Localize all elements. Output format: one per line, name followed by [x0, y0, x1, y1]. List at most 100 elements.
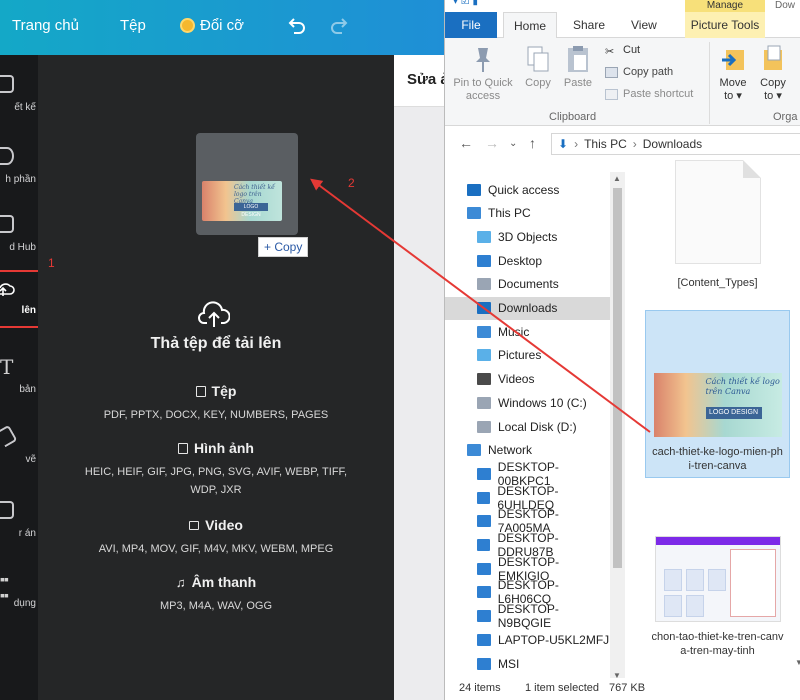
- quick-access-toolbar-icon[interactable]: ▾ ☑ ▮: [453, 0, 478, 7]
- dragged-file-thumbnail: Cách thiết kế logo trên Canva LOGO DESIG…: [196, 133, 298, 235]
- breadcrumb-chevron-icon: ›: [632, 137, 637, 151]
- sidebar-item-label: Pictures: [498, 348, 542, 363]
- move-to-button[interactable]: Move to ▾: [715, 44, 751, 103]
- file-item-selected[interactable]: Cách thiết kế logo trên Canva LOGO DESIG…: [645, 310, 790, 478]
- sidebar-item-label: Windows 10 (C:): [498, 395, 587, 410]
- drag-copy-tooltip: + Copy: [258, 237, 309, 257]
- brand-hub-icon: [0, 215, 14, 233]
- rail-label: r án: [18, 528, 36, 539]
- canva-top-bar: Trang chủ Tệp Đổi cỡ: [0, 0, 444, 55]
- sidebar-item[interactable]: Network: [445, 439, 610, 462]
- ribbon-tabs: Manage Dow File Home Share View Picture …: [445, 0, 800, 38]
- sidebar-item-label: Quick access: [488, 182, 560, 197]
- sidebar-item[interactable]: Pictures: [445, 344, 610, 367]
- rail-item-design[interactable]: ết kế: [0, 67, 38, 127]
- scroll-thumb[interactable]: [613, 188, 622, 568]
- copy-path-label: Copy path: [623, 66, 674, 78]
- cut-button[interactable]: ✂ Cut: [605, 44, 640, 58]
- rail-item-brand-hub[interactable]: d Hub: [0, 207, 38, 267]
- sidebar-item[interactable]: DESKTOP-00BKPC1: [445, 460, 610, 488]
- rail-item-draw[interactable]: vẽ: [0, 419, 38, 479]
- rail-item-text[interactable]: T bản: [0, 349, 38, 409]
- nav-home[interactable]: Trang chủ: [12, 17, 79, 34]
- navigation-pane: Quick access This PC 3D Objects Desktop Docu…: [445, 172, 625, 682]
- sidebar-item[interactable]: Desktop: [445, 249, 610, 272]
- sidebar-item[interactable]: This PC: [445, 202, 610, 225]
- pictures-icon: [477, 349, 491, 362]
- screenshot-thumbnail: [654, 536, 781, 622]
- forward-arrow-icon[interactable]: →: [485, 135, 499, 151]
- sidebar-item[interactable]: Documents: [445, 273, 610, 296]
- redo-icon[interactable]: [330, 15, 350, 35]
- thumb-badge: LOGO DESIGN: [705, 407, 762, 419]
- sidebar-item-label: Videos: [498, 372, 535, 387]
- sidebar-item[interactable]: DESKTOP-7A005MA: [445, 507, 610, 535]
- nav-file[interactable]: Tệp: [120, 17, 146, 34]
- pin-to-quick-access-button[interactable]: Pin to Quick access: [451, 44, 515, 103]
- breadcrumb-downloads[interactable]: Downloads: [643, 134, 702, 154]
- breadcrumb-this-pc[interactable]: This PC: [584, 134, 627, 154]
- tab-home[interactable]: Home: [503, 12, 557, 38]
- edit-photo-label[interactable]: Sửa ả: [407, 71, 449, 88]
- editor-header: Sửa ả: [394, 55, 449, 107]
- sidebar-item[interactable]: DESKTOP-DDRU87B: [445, 531, 610, 559]
- copy-path-icon: [605, 66, 618, 78]
- type-title: Tệp: [211, 383, 237, 399]
- sidebar-item-label: Desktop: [498, 253, 543, 268]
- rail-label: ết kế: [14, 102, 36, 113]
- nav-scrollbar[interactable]: ▲ ▼: [610, 172, 625, 682]
- sidebar-item[interactable]: 3D Objects: [445, 225, 610, 248]
- sidebar-item[interactable]: Local Disk (D:): [445, 415, 610, 438]
- apps-icon: ▪▪ ▪▪: [0, 571, 9, 603]
- music-note-icon: ♫: [175, 574, 186, 590]
- sidebar-item[interactable]: Videos: [445, 368, 610, 391]
- selection-count: 1 item selected: [525, 682, 599, 694]
- sidebar-item-label: This PC: [488, 206, 531, 221]
- sidebar-item-label: Local Disk (D:): [498, 419, 577, 434]
- sidebar-item-label: Downloads: [498, 301, 558, 315]
- copy-button[interactable]: Copy: [521, 44, 555, 90]
- address-bar[interactable]: ⬇ › This PC › Downloads: [551, 133, 800, 155]
- sidebar-item[interactable]: Downloads: [445, 296, 610, 320]
- rail-item-elements[interactable]: h phần: [0, 139, 38, 199]
- sidebar-item[interactable]: Music: [445, 320, 610, 343]
- sidebar-item[interactable]: DESKTOP-6UHLDEQ: [445, 484, 610, 512]
- rail-item-apps[interactable]: ▪▪ ▪▪ dụng: [0, 563, 38, 623]
- tab-view[interactable]: View: [631, 12, 657, 38]
- sidebar-item[interactable]: DESKTOP-N9BQGIE: [445, 602, 610, 630]
- organize-group-label: Orga: [773, 111, 798, 123]
- resize-button[interactable]: Đổi cỡ: [180, 17, 244, 34]
- rail-item-uploads[interactable]: lên: [0, 270, 40, 328]
- rail-item-projects[interactable]: r án: [0, 493, 38, 553]
- sidebar-item[interactable]: Quick access: [445, 178, 610, 201]
- monitor-icon: [477, 467, 491, 480]
- back-arrow-icon[interactable]: ←: [459, 135, 473, 151]
- sidebar-item[interactable]: DESKTOP-EMKIGIO: [445, 555, 610, 583]
- tab-file[interactable]: File: [445, 12, 497, 38]
- tab-picture-tools[interactable]: Picture Tools: [685, 12, 765, 38]
- file-name: cach-thiet-ke-logo-mien-phi-tren-canva: [652, 446, 783, 472]
- upload-drop-panel[interactable]: Cách thiết kế logo trên Canva LOGO DESIG…: [38, 55, 394, 700]
- sidebar-item[interactable]: Windows 10 (C:): [445, 391, 610, 414]
- rail-label: d Hub: [9, 242, 36, 253]
- copy-path-button[interactable]: Copy path: [605, 66, 673, 78]
- paste-shortcut-button[interactable]: Paste shortcut: [605, 88, 693, 100]
- up-arrow-icon[interactable]: ↑: [529, 135, 536, 151]
- tab-share[interactable]: Share: [573, 12, 605, 38]
- scroll-down-icon[interactable]: ▼: [795, 658, 800, 667]
- file-item[interactable]: [Content_Types]: [645, 160, 790, 290]
- sidebar-item-label: MSI: [498, 656, 520, 671]
- undo-icon[interactable]: [286, 15, 306, 35]
- recent-chevron-icon[interactable]: ⌄: [509, 138, 517, 149]
- sidebar-item[interactable]: MSI: [445, 652, 610, 675]
- sidebar-item[interactable]: LAPTOP-U5KL2MFJ: [445, 628, 610, 651]
- 3d-objects-icon: [477, 230, 491, 243]
- sidebar-item[interactable]: DESKTOP-L6H06CQ: [445, 578, 610, 606]
- copy-to-button[interactable]: Copy to ▾: [755, 44, 791, 103]
- draw-icon: [0, 424, 18, 448]
- scroll-up-icon[interactable]: ▲: [613, 174, 621, 183]
- breadcrumb-chevron-icon: ›: [574, 137, 579, 151]
- file-item[interactable]: chon-tao-thiet-ke-tren-canva-tren-may-ti…: [645, 536, 790, 658]
- paste-button[interactable]: Paste: [561, 44, 595, 90]
- image-icon: [178, 442, 189, 454]
